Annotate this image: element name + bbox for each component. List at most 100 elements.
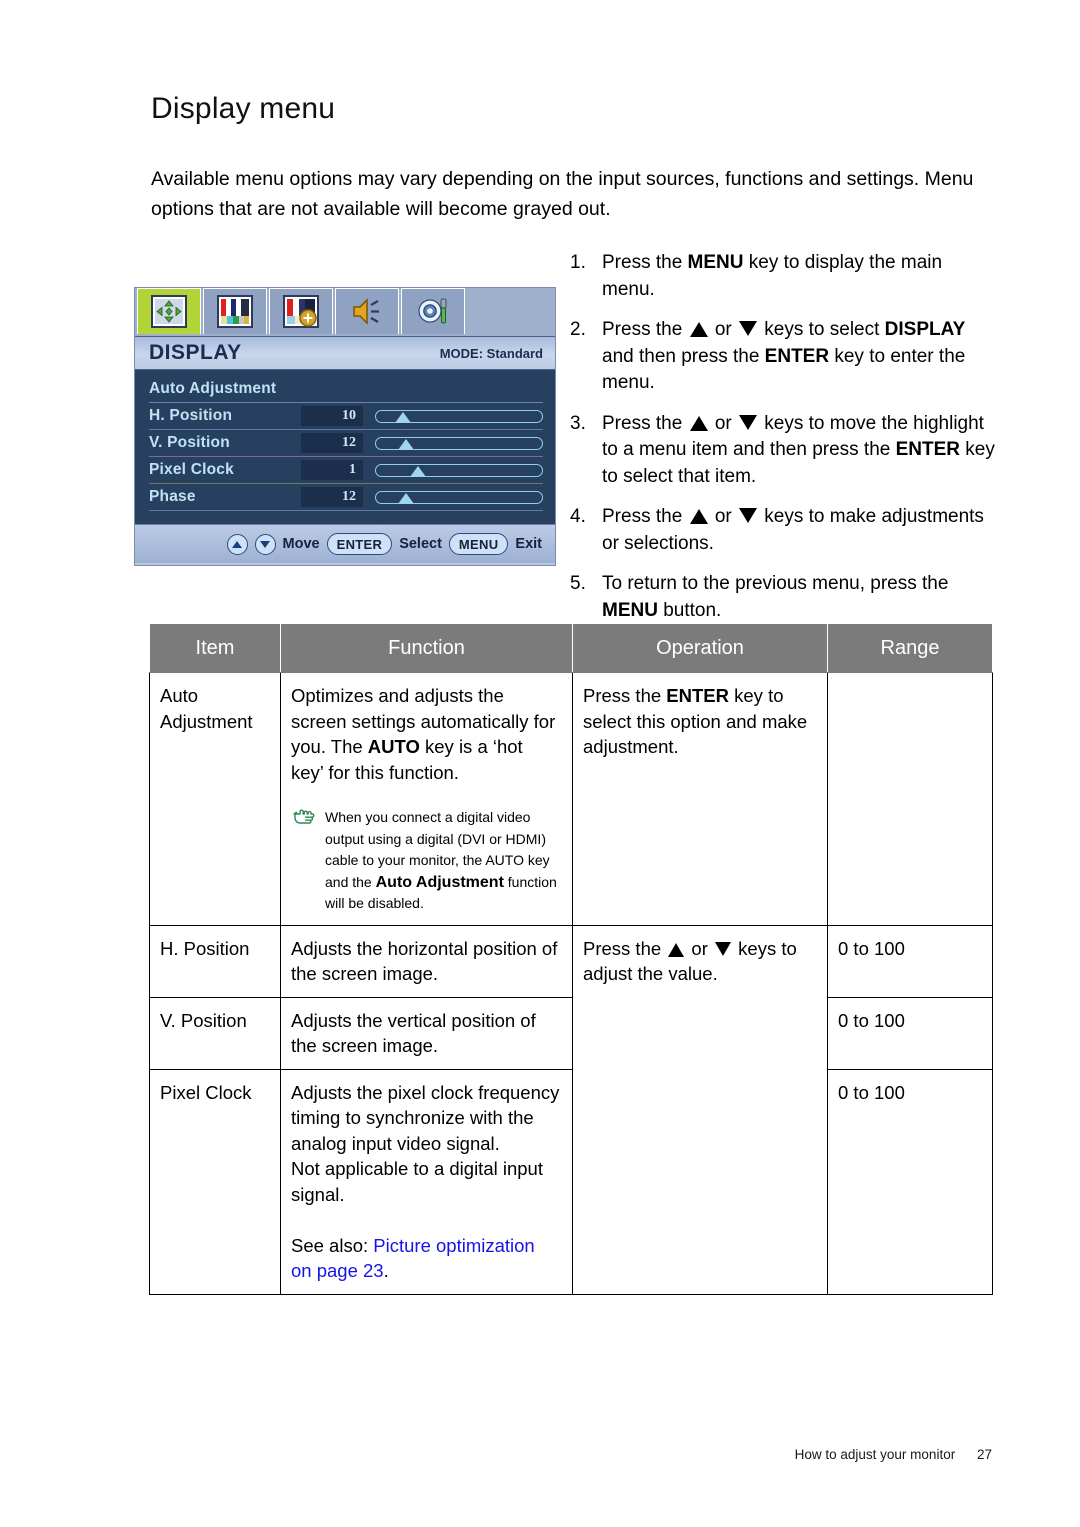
osd-tab-audio[interactable]: [335, 288, 399, 334]
step-number: 1.: [570, 252, 586, 273]
text-run: Press the: [583, 937, 667, 959]
osd-item-slider[interactable]: [375, 490, 543, 504]
osd-item-label: Phase: [149, 488, 196, 505]
column-header-operation: Operation: [572, 623, 828, 673]
function-text: Optimizes and adjusts the screen setting…: [291, 683, 560, 785]
text-run: Adjusts the horizontal position of the s…: [291, 937, 558, 985]
cell-operation: Press the ENTER key to select this optio…: [572, 672, 828, 926]
step-number: 5.: [570, 573, 586, 594]
text-run: keys to select: [759, 319, 885, 340]
osd-item-slider[interactable]: [375, 436, 543, 450]
display-move-icon: [151, 295, 187, 328]
osd-item-row[interactable]: Phase 12: [149, 484, 543, 511]
slider-thumb[interactable]: [410, 465, 427, 477]
emphasis-text: AUTO: [367, 736, 420, 757]
osd-down-key[interactable]: [254, 533, 276, 555]
osd-item-value: 1: [301, 460, 363, 480]
osd-tab-display[interactable]: [137, 288, 201, 334]
step-text: Press the or keys to make adjustments or…: [602, 504, 1000, 557]
osd-item-label: V. Position: [149, 434, 230, 451]
triangle-down-icon: [739, 321, 757, 336]
osd-menu-title: DISPLAY: [149, 341, 242, 364]
table-row: Auto Adjustment Optimizes and adjusts the…: [149, 672, 993, 926]
text-run: and then press the: [602, 345, 765, 367]
emphasis-text: DISPLAY: [884, 319, 966, 340]
text-run: To return to the previous menu, press th…: [602, 573, 949, 594]
text-run: or: [709, 319, 737, 340]
gear-screwdriver-icon: [415, 295, 451, 328]
function-text: Adjusts the horizontal position of the s…: [291, 936, 560, 987]
text-run: button.: [657, 599, 722, 621]
osd-item-value: 12: [301, 433, 363, 453]
osd-enter-key[interactable]: ENTER: [326, 533, 393, 555]
cell-range: 0 to 100: [827, 996, 993, 1070]
instruction-step: 3. Press the or keys to move the highligh…: [570, 411, 1000, 491]
slider-thumb[interactable]: [397, 492, 414, 504]
table-row: H. Position Adjusts the horizontal positi…: [149, 924, 993, 1295]
osd-item-value: 10: [301, 406, 363, 426]
osd-menu-key[interactable]: MENU: [448, 533, 509, 555]
table-row: Pixel Clock Adjusts the pixel clock frequ…: [149, 1068, 993, 1295]
pointing-hand-icon: [291, 807, 325, 915]
osd-key-hints: Move ENTER Select MENU Exit: [135, 524, 555, 563]
osd-screenshot-figure: DISPLAY MODE: Standard Auto Adjustment H.…: [134, 287, 556, 566]
slider-thumb[interactable]: [397, 438, 414, 450]
emphasis-text: ENTER: [666, 685, 729, 706]
triangle-up-icon: [668, 942, 685, 957]
step-text: Press the or keys to select DISPLAY and …: [602, 317, 1000, 397]
osd-item-slider[interactable]: [375, 463, 543, 477]
osd-item-label: Pixel Clock: [149, 461, 234, 478]
cell-function: Adjusts the vertical position of the scr…: [280, 996, 573, 1070]
function-text: Adjusts the vertical position of the scr…: [291, 1008, 560, 1059]
cell-item: V. Position: [149, 996, 281, 1070]
function-text: Adjusts the pixel clock frequency timing…: [291, 1080, 560, 1284]
instruction-step: 2. Press the or keys to select DISPLAY an…: [570, 317, 1000, 397]
text-run: or: [709, 412, 737, 434]
footer-page-number: 27: [976, 1447, 992, 1462]
text-run: Not applicable to a digital input signal…: [291, 1158, 543, 1205]
osd-item-row[interactable]: V. Position 12: [149, 430, 543, 457]
triangle-up-icon: [689, 322, 708, 337]
instruction-step: 4. Press the or keys to make adjustments …: [570, 504, 1000, 557]
column-header-function: Function: [280, 623, 573, 673]
emphasis-text: MENU: [602, 599, 658, 621]
osd-tab-system[interactable]: [401, 288, 465, 334]
triangle-up-icon: [689, 415, 708, 431]
osd-item-row[interactable]: Pixel Clock 1: [149, 457, 543, 484]
osd-item-value: 12: [301, 487, 363, 507]
osd-up-key[interactable]: [226, 533, 248, 555]
text-run: Press the: [602, 412, 688, 434]
color-bars-plus-icon: [283, 295, 319, 328]
page-title: Display menu: [151, 92, 336, 125]
text-run: .: [383, 1260, 389, 1281]
triangle-up-icon: [689, 509, 708, 524]
osd-item-label: H. Position: [149, 407, 233, 424]
cell-range: [827, 672, 993, 926]
text-run: Adjusts the pixel clock frequency timing…: [291, 1081, 560, 1154]
slider-thumb[interactable]: [395, 411, 412, 423]
slider-track: [375, 463, 543, 477]
osd-item-list: Auto Adjustment H. Position 10 V. Position 1…: [135, 369, 555, 524]
column-header-range: Range: [827, 623, 993, 673]
text-run: or: [709, 506, 737, 527]
osd-tab-picture-advanced[interactable]: [269, 288, 333, 334]
text-run: Press the: [602, 319, 688, 340]
emphasis-text: Auto Adjustment: [375, 873, 504, 891]
column-header-item: Item: [149, 623, 281, 673]
instruction-steps: 1. Press the MENU key to display the main…: [570, 250, 1000, 638]
osd-item-row[interactable]: H. Position 10: [149, 403, 543, 430]
cell-item: Pixel Clock: [149, 1068, 281, 1295]
osd-item-row[interactable]: Auto Adjustment: [149, 376, 543, 403]
cell-operation: Press the or keys to adjust the value.: [572, 924, 828, 1295]
osd-mode-label: MODE: Standard: [439, 345, 543, 361]
cell-range: 0 to 100: [827, 1068, 993, 1295]
osd-item-slider[interactable]: [375, 409, 543, 423]
step-number: 4.: [570, 506, 586, 527]
table-row: V. Position Adjusts the vertical position…: [149, 996, 993, 1070]
osd-move-label: Move: [282, 536, 320, 552]
osd-tab-picture[interactable]: [203, 288, 267, 334]
intro-paragraph: Available menu options may vary dependin…: [151, 168, 974, 220]
cell-item: Auto Adjustment: [149, 672, 281, 926]
text-run: Press the: [602, 506, 688, 527]
osd-tab-bar: [135, 288, 555, 336]
